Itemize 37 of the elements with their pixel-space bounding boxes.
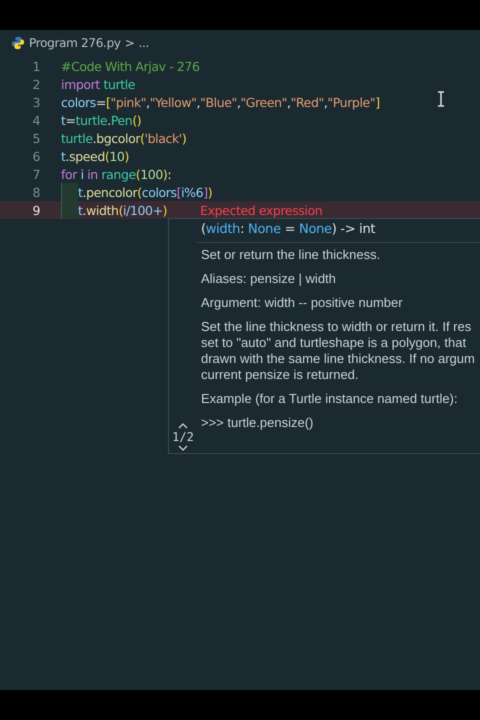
doc-text: current pensize is returned. — [201, 367, 360, 383]
overload-counter: 1/2 — [172, 430, 194, 444]
doc-text: Example (for a Turtle instance named turtle): — [201, 391, 459, 407]
line-number: 3 — [31, 94, 41, 110]
text-cursor-icon — [437, 91, 445, 107]
code-line: t=turtle.Pen() — [61, 112, 142, 128]
breadcrumb-file[interactable]: Program 276.py — [29, 36, 121, 50]
python-file-icon — [11, 36, 25, 50]
code-line: #Code With Arjav - 276 — [61, 58, 200, 74]
example-code: >>> turtle.pensize() — [201, 415, 314, 430]
code-line: import turtle — [61, 76, 136, 92]
next-chevron-icon[interactable] — [178, 445, 188, 451]
code-line: t.speed(10) — [61, 148, 129, 164]
doc-text: Set or return the line thickness. — [201, 247, 382, 263]
line-number: 7 — [31, 166, 41, 182]
breadcrumb-item[interactable]: ... — [138, 36, 149, 50]
code-line: colors=["pink","Yellow","Blue","Green","Red","Purple"] — [61, 94, 380, 110]
line-number: 2 — [31, 76, 41, 92]
line-number: 5 — [31, 130, 41, 146]
doc-text: drawn with the same line thickness. If no argum — [201, 351, 476, 367]
doc-text: Aliases: pensize | width — [201, 271, 337, 287]
code-line: t.width(i/100+) — [78, 202, 168, 218]
doc-text: Set the line thickness to width or return it. If res — [201, 319, 472, 335]
doc-text: Argument: width -- positive number — [201, 295, 404, 311]
code-line: t.pencolor(colors[i%6]) — [78, 184, 212, 200]
line-number: 1 — [31, 58, 41, 74]
line-number: 4 — [31, 112, 41, 128]
line-number: 6 — [31, 148, 41, 164]
previous-chevron-icon[interactable] — [178, 423, 188, 429]
breadcrumb-separator: > — [124, 36, 134, 50]
error-message: Expected expression — [200, 202, 322, 218]
signature: (width: None = None) -> int — [201, 222, 376, 237]
code-line: for i in range(100): — [61, 166, 172, 182]
line-number: 9 — [31, 202, 41, 218]
code-line: turtle.bgcolor('black') — [61, 130, 186, 146]
line-number: 8 — [31, 184, 41, 200]
doc-text: set to "auto" and turtleshape is a polygon, that — [201, 335, 468, 351]
